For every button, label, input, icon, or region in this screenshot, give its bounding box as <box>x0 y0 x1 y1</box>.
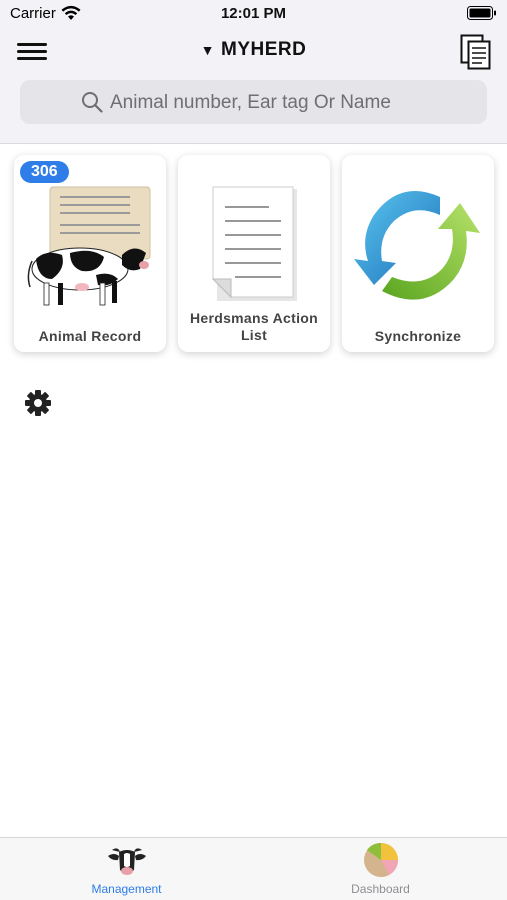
pie-chart-icon <box>364 842 398 877</box>
settings-gear-icon[interactable] <box>24 389 52 417</box>
herd-selector[interactable]: ▼ MYHERD <box>0 39 507 61</box>
animal-record-tile[interactable]: 306 Animal Record <box>14 155 166 352</box>
search-input[interactable] <box>108 88 472 118</box>
tab-management-label: Management <box>91 882 162 896</box>
tab-dashboard[interactable]: Dashboard <box>254 838 507 900</box>
sync-icon <box>354 191 480 300</box>
animal-record-label: Animal Record <box>38 328 142 344</box>
herd-name: MYHERD <box>221 39 307 60</box>
search-icon <box>82 92 103 113</box>
tab-dashboard-label: Dashboard <box>351 882 410 896</box>
document-icon <box>211 186 297 301</box>
cow-head-icon <box>108 848 146 875</box>
tab-bar: Management Dashboard <box>0 837 507 900</box>
search-bar[interactable] <box>20 80 487 124</box>
clock: 12:01 PM <box>220 5 287 22</box>
animal-count-badge: 306 <box>20 161 69 183</box>
synchronize-tile[interactable]: Synchronize <box>342 155 494 352</box>
cow-record-icon <box>27 186 151 306</box>
herdsmans-action-list-label: Herdsmans Action List <box>190 310 318 343</box>
action-tiles: 306 Animal Record Herdsmans Action List <box>0 155 507 355</box>
herdsmans-action-list-tile[interactable]: Herdsmans Action List <box>178 155 330 352</box>
status-bar: Carrier 12:01 PM <box>0 0 507 28</box>
caret-down-icon: ▼ <box>200 42 215 58</box>
battery-icon <box>467 6 496 20</box>
navigation-bar: ▼ MYHERD <box>0 28 507 144</box>
synchronize-label: Synchronize <box>374 328 462 344</box>
copy-icon[interactable] <box>460 34 492 70</box>
tab-management[interactable]: Management <box>0 838 253 900</box>
